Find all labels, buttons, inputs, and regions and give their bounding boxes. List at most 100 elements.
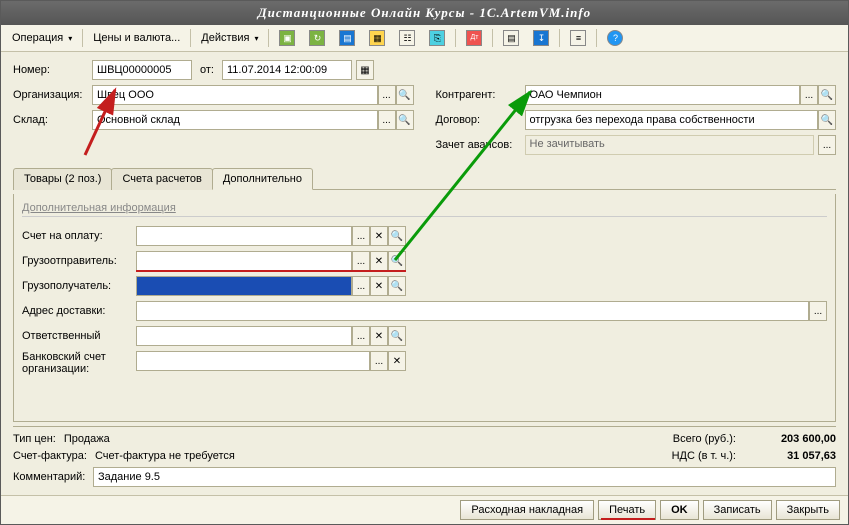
- warehouse-field[interactable]: [92, 110, 378, 130]
- advance-field: Не зачитывать: [525, 135, 815, 155]
- tb-icon-3[interactable]: ▤: [332, 27, 362, 49]
- tb-icon-8[interactable]: ↧: [526, 27, 556, 49]
- group-title: Дополнительная информация: [22, 202, 827, 217]
- advance-label: Зачет авансов:: [436, 139, 521, 151]
- struct-icon: ☷: [399, 30, 415, 46]
- invoice-fact-label: Счет-фактура:: [13, 450, 87, 462]
- shipper-label: Грузоотправитель:: [22, 255, 132, 267]
- ok-button[interactable]: OK: [660, 500, 699, 520]
- org-label: Организация:: [13, 89, 88, 101]
- footer-bar: Расходная накладная Печать OK Записать З…: [1, 495, 848, 524]
- tb-icon-2[interactable]: ↻: [302, 27, 332, 49]
- calendar-icon: ▦: [360, 65, 369, 76]
- tb-icon-4[interactable]: ▦: [362, 27, 392, 49]
- address-select[interactable]: ...: [809, 301, 827, 321]
- contract-label: Договор:: [436, 114, 521, 126]
- search-icon: 🔍: [398, 115, 410, 126]
- invoice-label: Счет на оплату:: [22, 230, 132, 242]
- responsible-field[interactable]: [136, 326, 352, 346]
- prices-button[interactable]: Цены и валюта...: [86, 29, 187, 47]
- org-field[interactable]: [92, 85, 378, 105]
- vat-label: НДС (в т. ч.):: [672, 450, 736, 462]
- tab-extra[interactable]: Дополнительно: [212, 168, 313, 190]
- number-field[interactable]: [92, 60, 192, 80]
- invoice-select[interactable]: ...: [352, 226, 370, 246]
- search-icon: 🔍: [821, 90, 833, 101]
- list-icon: ≡: [570, 30, 586, 46]
- report-icon: ▦: [369, 30, 385, 46]
- main-toolbar: Операция Цены и валюта... Действия ▣ ↻ ▤…: [1, 25, 848, 52]
- date-field[interactable]: [222, 60, 352, 80]
- invoice-fact-value: Счет-фактура не требуется: [95, 450, 235, 462]
- operation-menu[interactable]: Операция: [5, 29, 79, 47]
- shipper-select[interactable]: ...: [352, 251, 370, 271]
- search-icon: 🔍: [391, 231, 403, 242]
- contragent-select[interactable]: ...: [800, 85, 818, 105]
- price-type-value: Продажа: [64, 433, 110, 445]
- tb-icon-6[interactable]: ⎘: [422, 27, 452, 49]
- actions-menu[interactable]: Действия: [194, 29, 265, 47]
- invoice-field[interactable]: [136, 226, 352, 246]
- contragent-search[interactable]: 🔍: [818, 85, 836, 105]
- total-label: Всего (руб.):: [673, 433, 736, 445]
- tb-icon-7[interactable]: ▤: [496, 27, 526, 49]
- tabs: Товары (2 поз.) Счета расчетов Дополните…: [13, 167, 836, 190]
- tb-icon-5[interactable]: ☷: [392, 27, 422, 49]
- invoice-clear[interactable]: ✕: [370, 226, 388, 246]
- responsible-clear[interactable]: ✕: [370, 326, 388, 346]
- print-icon: ▤: [503, 30, 519, 46]
- contragent-field[interactable]: [525, 85, 801, 105]
- basis-icon: ↧: [533, 30, 549, 46]
- link-icon: ⎘: [429, 30, 445, 46]
- comment-field[interactable]: [93, 467, 836, 487]
- advance-select[interactable]: ...: [818, 135, 836, 155]
- bank-clear[interactable]: ✕: [388, 351, 406, 371]
- org-search[interactable]: 🔍: [396, 85, 414, 105]
- consignee-clear[interactable]: ✕: [370, 276, 388, 296]
- bank-select[interactable]: ...: [370, 351, 388, 371]
- number-label: Номер:: [13, 64, 88, 76]
- contract-search[interactable]: 🔍: [818, 110, 836, 130]
- responsible-label: Ответственный: [22, 330, 132, 342]
- responsible-search[interactable]: 🔍: [388, 326, 406, 346]
- tb-icon-dt[interactable]: Дт: [459, 27, 489, 49]
- invoice-search[interactable]: 🔍: [388, 226, 406, 246]
- tb-icon-1[interactable]: ▣: [272, 27, 302, 49]
- close-button[interactable]: Закрыть: [776, 500, 840, 520]
- help-button[interactable]: ?: [600, 27, 630, 49]
- tab-accounts[interactable]: Счета расчетов: [111, 168, 212, 190]
- price-type-label: Тип цен:: [13, 433, 56, 445]
- save-button[interactable]: Записать: [703, 500, 772, 520]
- calendar-button[interactable]: ▦: [356, 60, 374, 80]
- help-icon: ?: [607, 30, 623, 46]
- shipper-search[interactable]: 🔍: [388, 251, 406, 271]
- doc-icon: ▤: [339, 30, 355, 46]
- search-icon: 🔍: [398, 90, 410, 101]
- tab-panel-extra: Дополнительная информация Счет на оплату…: [13, 194, 836, 422]
- address-field[interactable]: [136, 301, 809, 321]
- warehouse-search[interactable]: 🔍: [396, 110, 414, 130]
- search-icon: 🔍: [391, 331, 403, 342]
- invoice-out-button[interactable]: Расходная накладная: [460, 500, 594, 520]
- window-title: Дистанционные Онлайн Курсы - 1C.ArtemVM.…: [1, 1, 848, 25]
- consignee-field[interactable]: [136, 276, 352, 296]
- consignee-label: Грузополучатель:: [22, 280, 132, 292]
- search-icon: 🔍: [391, 281, 403, 292]
- tab-goods[interactable]: Товары (2 поз.): [13, 168, 112, 190]
- total-value: 203 600,00: [746, 433, 836, 445]
- tb-icon-9[interactable]: ≡: [563, 27, 593, 49]
- shipper-clear[interactable]: ✕: [370, 251, 388, 271]
- shipper-field[interactable]: [136, 251, 352, 271]
- address-label: Адрес доставки:: [22, 305, 132, 317]
- org-select[interactable]: ...: [378, 85, 396, 105]
- contract-field[interactable]: [525, 110, 819, 130]
- vat-value: 31 057,63: [746, 450, 836, 462]
- search-icon: 🔍: [391, 256, 403, 267]
- warehouse-select[interactable]: ...: [378, 110, 396, 130]
- consignee-search[interactable]: 🔍: [388, 276, 406, 296]
- responsible-select[interactable]: ...: [352, 326, 370, 346]
- bank-field[interactable]: [136, 351, 370, 371]
- consignee-select[interactable]: ...: [352, 276, 370, 296]
- print-button[interactable]: Печать: [598, 500, 656, 520]
- arrow-icon: ↻: [309, 30, 325, 46]
